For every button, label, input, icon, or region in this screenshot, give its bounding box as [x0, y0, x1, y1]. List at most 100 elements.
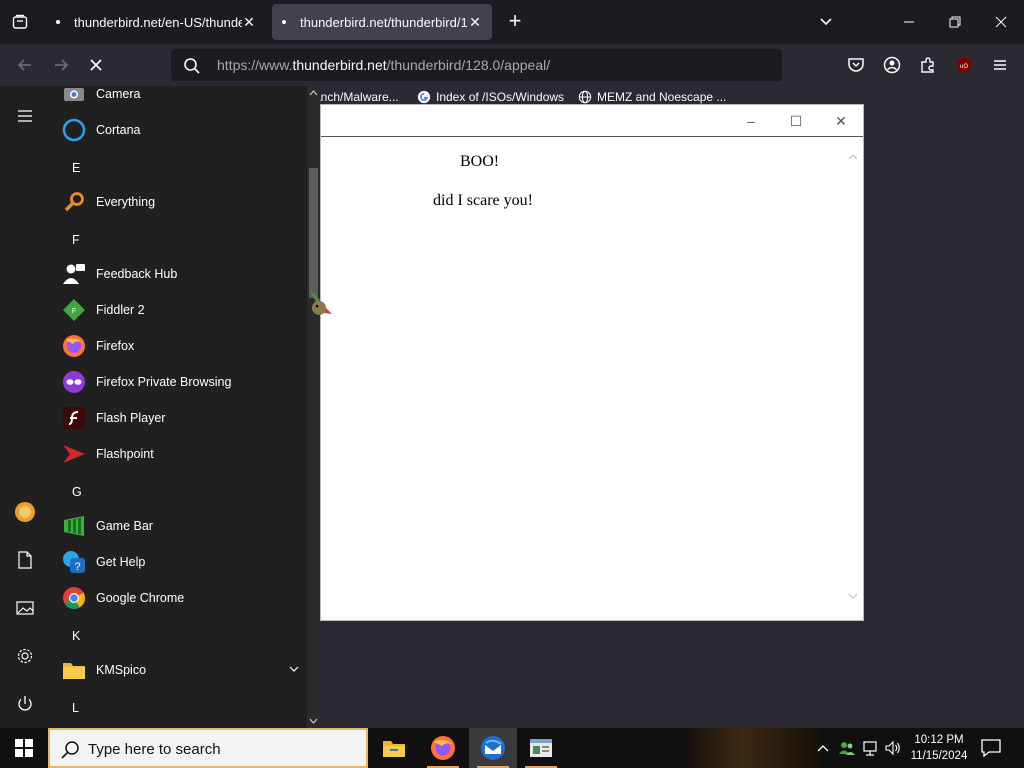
user-account-button[interactable]	[13, 500, 37, 524]
taskbar-search-box[interactable]: Type here to search	[48, 728, 368, 768]
list-all-tabs-button[interactable]	[816, 12, 836, 32]
stop-icon	[90, 59, 102, 71]
app-get-help[interactable]: ? Get Help	[62, 546, 307, 578]
volume-button[interactable]	[884, 739, 902, 757]
tab-title: thunderbird.net/thunderbird/128.0/appeal…	[300, 14, 468, 30]
url-domain: thunderbird.net	[292, 57, 387, 73]
everything-search-icon	[62, 190, 86, 214]
start-menu-scrollbar[interactable]	[307, 86, 320, 728]
app-google-chrome[interactable]: Google Chrome	[62, 582, 307, 614]
letter-header-g[interactable]: G	[72, 485, 82, 499]
thunderbird-icon	[481, 736, 505, 760]
app-label: Google Chrome	[96, 591, 185, 605]
taskbar-app-window[interactable]	[517, 728, 565, 768]
tab-thunderbird-en-us[interactable]: thunderbird.net/en-US/thunderbird/128.0/…	[46, 4, 266, 40]
game-bar-icon	[62, 514, 86, 538]
app-cortana[interactable]: Cortana	[62, 114, 307, 146]
app-folder-kmspico[interactable]: KMSpico	[62, 654, 307, 686]
app-label: Get Help	[96, 555, 146, 569]
settings-button[interactable]	[13, 644, 37, 668]
app-firefox[interactable]: Firefox	[62, 330, 307, 362]
restore-button[interactable]	[940, 8, 970, 36]
extensions-button[interactable]	[918, 55, 938, 75]
forward-button[interactable]	[48, 53, 74, 77]
windows-logo-icon	[15, 739, 33, 757]
taskbar-file-explorer[interactable]	[370, 728, 418, 768]
expand-menu-button[interactable]	[13, 104, 37, 128]
app-camera[interactable]: Camera	[62, 86, 307, 110]
taskbar-firefox[interactable]	[419, 728, 467, 768]
close-window-button[interactable]	[986, 8, 1016, 36]
letter-header-e[interactable]: E	[72, 161, 80, 175]
app-label: Cortana	[96, 123, 141, 137]
chevron-up-icon	[817, 745, 829, 752]
pictures-button[interactable]	[13, 596, 37, 620]
tab-close-button[interactable]: ✕	[466, 13, 484, 31]
app-label: Feedback Hub	[96, 267, 178, 281]
app-fiddler[interactable]: F Fiddler 2	[62, 294, 307, 326]
letter-header-f[interactable]: F	[72, 233, 80, 247]
firefox-icon	[431, 736, 455, 760]
network-button[interactable]	[862, 739, 880, 757]
app-game-bar[interactable]: Game Bar	[62, 510, 307, 542]
popup-close-button[interactable]: ✕	[831, 111, 851, 131]
app-everything[interactable]: Everything	[62, 186, 307, 218]
bookmark-memz[interactable]: MEMZ and Noescape ...	[578, 90, 726, 104]
app-firefox-private[interactable]: Firefox Private Browsing	[62, 366, 307, 398]
hamburger-icon	[994, 60, 1006, 70]
documents-button[interactable]	[13, 548, 37, 572]
firefox-icon	[62, 334, 86, 358]
scroll-up-icon[interactable]	[847, 151, 859, 163]
bookmark-isos-windows[interactable]: Index of /ISOs/Windows	[417, 90, 564, 104]
app-flashpoint[interactable]: Flashpoint	[62, 438, 307, 470]
speaker-icon	[885, 740, 900, 756]
show-hidden-icons-button[interactable]	[814, 739, 832, 757]
letter-header-l[interactable]: L	[72, 701, 79, 715]
scroll-up-icon[interactable]	[309, 89, 318, 97]
popup-titlebar[interactable]: – ☐ ✕	[321, 105, 863, 137]
app-flash-player[interactable]: Flash Player	[62, 402, 307, 434]
app-menu-button[interactable]	[990, 55, 1010, 75]
arrow-left-icon	[17, 59, 31, 71]
svg-text:F: F	[72, 308, 76, 315]
scroll-thumb[interactable]	[309, 168, 318, 298]
power-button[interactable]	[13, 692, 37, 716]
search-icon	[61, 741, 79, 759]
globe-icon	[578, 90, 592, 104]
start-button[interactable]	[0, 728, 48, 768]
search-placeholder: Type here to search	[88, 741, 221, 758]
people-icon	[839, 742, 855, 755]
ublock-origin-button[interactable]: uO	[954, 55, 974, 75]
back-button[interactable]	[12, 53, 38, 77]
account-button[interactable]	[882, 55, 902, 75]
pocket-icon	[848, 58, 864, 72]
url-text[interactable]: https://www.thunderbird.net/thunderbird/…	[217, 57, 550, 73]
tab-thunderbird-active[interactable]: thunderbird.net/thunderbird/128.0/appeal…	[272, 4, 492, 40]
taskbar: Type here to search 10:12 PM 11/15/2024	[0, 728, 1024, 768]
tray-people-button[interactable]	[838, 739, 856, 757]
app-feedback-hub[interactable]: Feedback Hub	[62, 258, 307, 290]
scroll-down-icon[interactable]	[847, 590, 859, 602]
firefox-view-button[interactable]	[8, 10, 32, 34]
popup-maximize-button[interactable]: ☐	[786, 111, 806, 131]
address-bar[interactable]: https://www.thunderbird.net/thunderbird/…	[171, 49, 782, 81]
scroll-down-icon[interactable]	[309, 717, 318, 725]
clock[interactable]: 10:12 PM 11/15/2024	[906, 732, 972, 764]
app-label: Flash Player	[96, 411, 166, 425]
bookmark-malware[interactable]: anch/Malware...	[314, 90, 399, 104]
tab-close-button[interactable]: ✕	[240, 13, 258, 31]
minimize-button[interactable]	[894, 8, 924, 36]
popup-minimize-button[interactable]: –	[741, 111, 761, 131]
letter-header-k[interactable]: K	[72, 629, 80, 643]
stop-loading-button[interactable]	[83, 53, 109, 77]
minimize-icon	[904, 21, 914, 23]
taskbar-thunderbird[interactable]	[469, 728, 517, 768]
chrome-icon	[62, 586, 86, 610]
pocket-button[interactable]	[846, 55, 866, 75]
new-tab-button[interactable]: +	[504, 10, 526, 33]
popup-window[interactable]: – ☐ ✕ BOO! did I scare you!	[320, 104, 864, 621]
app-label: Everything	[96, 195, 156, 209]
notifications-icon[interactable]	[980, 738, 1002, 758]
network-icon	[863, 741, 877, 756]
bookmark-label: MEMZ and Noescape ...	[597, 90, 727, 104]
